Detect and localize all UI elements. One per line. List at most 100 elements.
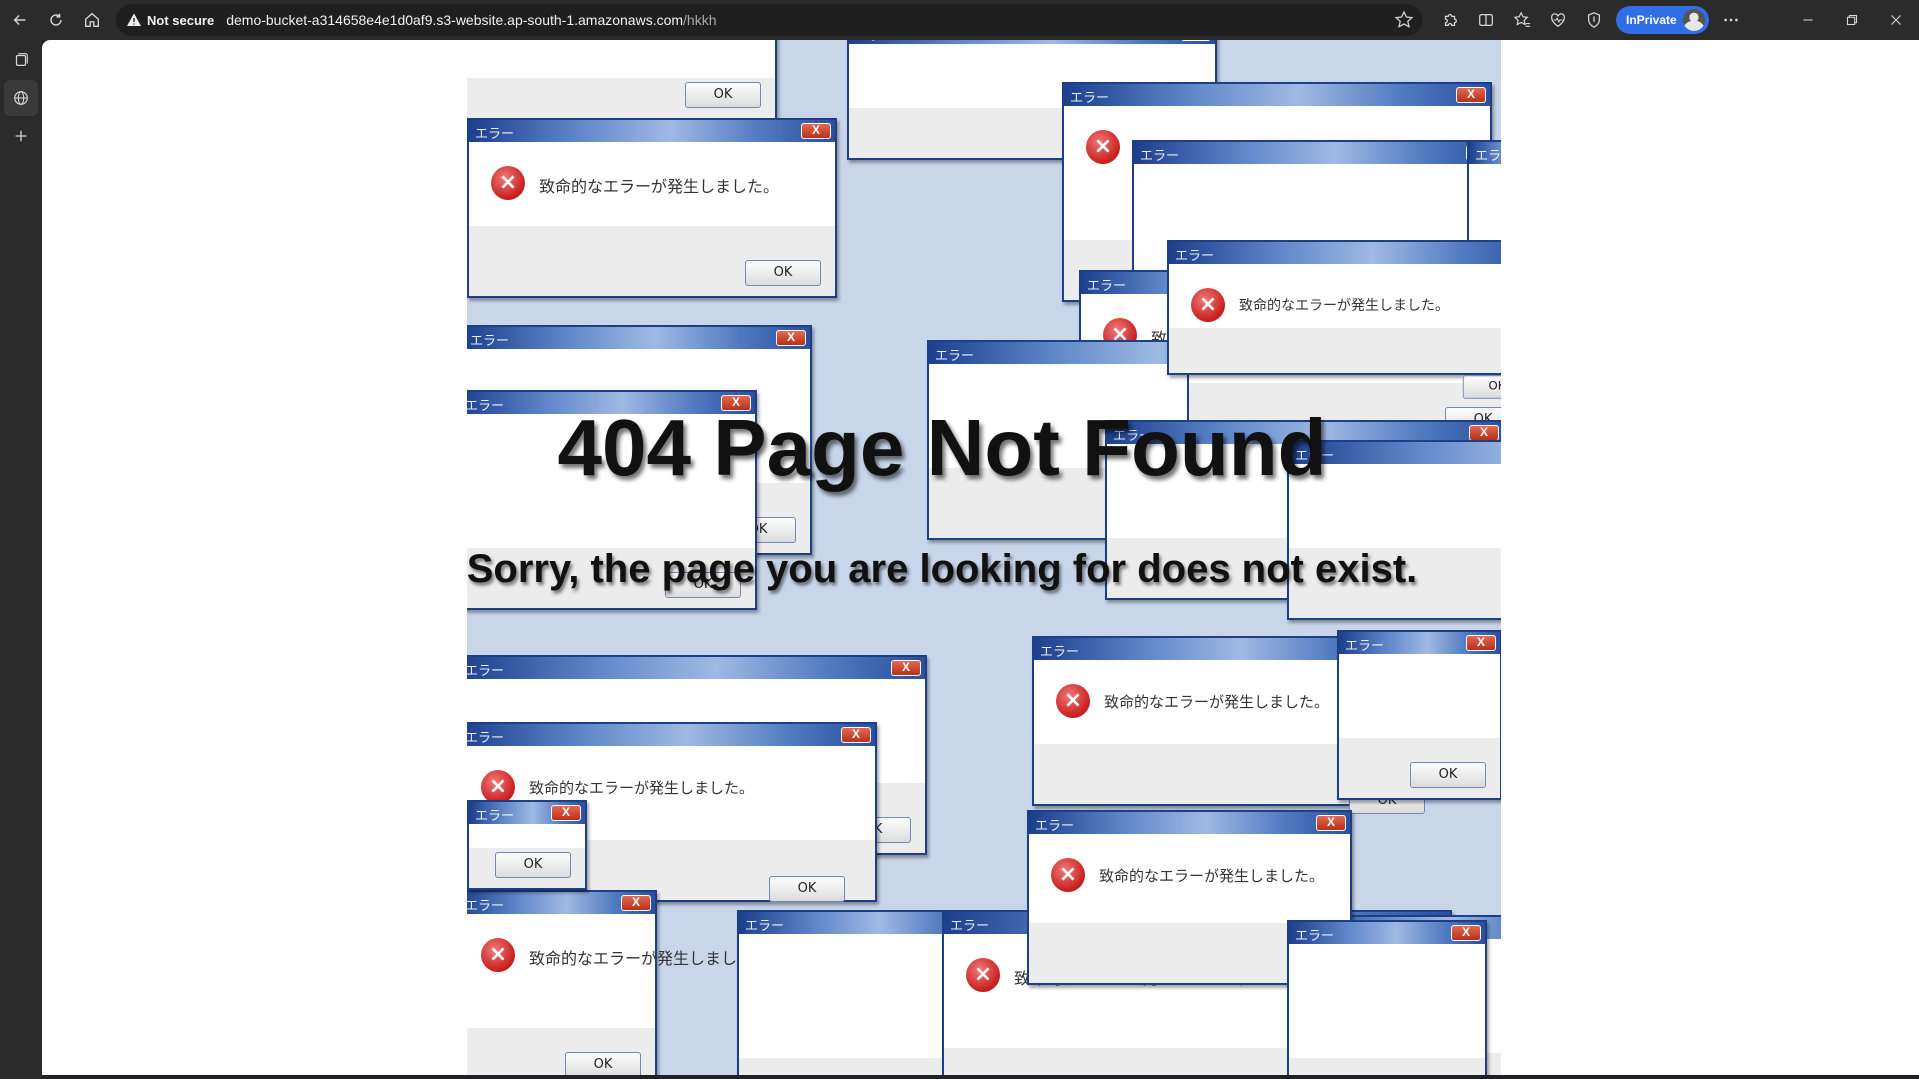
dialog-titlebar: エラーX <box>467 327 810 349</box>
site-info-button[interactable]: Not secure <box>126 12 214 28</box>
sidebar-rail <box>0 40 42 1079</box>
new-tab-button[interactable] <box>0 118 42 154</box>
error-icon: × <box>1086 130 1120 164</box>
browser-toolbar: Not secure demo-bucket-a314658e4e1d0af9.… <box>0 0 1919 40</box>
avatar <box>1682 9 1705 31</box>
page-title: 404 Page Not Found <box>557 403 1327 492</box>
dialog-message: 致命的なエラーが発生しました。 <box>1239 298 1449 314</box>
plus-icon <box>15 130 27 142</box>
dialog-titlebar: エラー X <box>467 724 875 746</box>
dialog-body: OK <box>469 824 585 888</box>
dialog-ok-button: OK <box>1462 375 1501 399</box>
refresh-button[interactable] <box>38 4 74 36</box>
refresh-icon <box>50 13 62 26</box>
dialog-close-icon: X <box>801 123 831 139</box>
dialog-close-icon: X <box>1469 425 1499 441</box>
dialog-title: エラー <box>745 919 785 934</box>
dialog-titlebar: エラーX <box>469 802 585 824</box>
dialog-close-icon: X <box>1181 40 1211 41</box>
dialog-title: エラー <box>950 919 990 934</box>
shield-button[interactable] <box>1576 4 1612 36</box>
error-icon: × <box>1051 858 1085 892</box>
more-dots-icon <box>1723 18 1738 22</box>
dialog-titlebar: エラー X <box>467 657 925 679</box>
globe-icon <box>14 91 28 105</box>
minimize-icon <box>1803 19 1813 21</box>
dialog-ok-button: OK <box>685 82 761 108</box>
dialog-body: × 致命的なエラーが発生しました。 OK <box>1169 264 1501 399</box>
dialog-title: エラー <box>1475 149 1501 164</box>
dialog-titlebar: エラーX <box>467 892 655 914</box>
url-path: /hkkh <box>683 12 717 28</box>
error-icon: × <box>491 166 525 200</box>
dialog-title: エラー <box>475 809 515 824</box>
extensions-button[interactable] <box>1432 4 1468 36</box>
dialog-title: エラー <box>470 334 510 349</box>
home-button[interactable] <box>74 4 110 36</box>
dialog-titlebar: エラーX <box>1339 632 1500 654</box>
error-icon: × <box>481 770 515 804</box>
dialog-message: 致命的なエラーが発生しました。 <box>1099 867 1325 885</box>
dialog-close-icon: X <box>891 660 921 676</box>
favorites-button[interactable] <box>1504 4 1540 36</box>
dialog-title: エラー <box>1175 249 1215 264</box>
restore-button[interactable] <box>1830 0 1874 40</box>
dialog-titlebar: エラーX <box>1029 812 1350 834</box>
dialog-close-icon: X <box>1466 635 1496 651</box>
dialog-title: エラー <box>467 664 505 679</box>
dialog-titlebar: エラーX <box>1134 142 1500 164</box>
dialog-title: エラー <box>1040 645 1080 660</box>
heart-pulse-icon <box>1551 13 1565 28</box>
address-bar[interactable]: Not secure demo-bucket-a314658e4e1d0af9.… <box>116 4 1422 36</box>
dialog-title: エラー <box>935 349 975 364</box>
more-options-button[interactable] <box>1713 4 1749 36</box>
security-label: Not secure <box>147 12 215 28</box>
puzzle-icon <box>1444 13 1457 27</box>
dialog-footer <box>1169 328 1501 373</box>
dialog-close-icon: X <box>1456 87 1486 103</box>
dialog-ok-button: OK <box>495 852 571 878</box>
bottom-edge <box>42 1075 1919 1079</box>
dialog-close-icon: X <box>841 727 871 743</box>
dialog-title: エラー <box>1140 149 1180 164</box>
inprivate-badge[interactable]: InPrivate <box>1616 6 1709 34</box>
navigation-buttons <box>2 4 110 36</box>
minimize-button[interactable] <box>1786 0 1830 40</box>
back-button[interactable] <box>2 4 38 36</box>
dialog-titlebar: エラー X <box>1064 84 1490 106</box>
background-error-dialog: エラー X × 致命的なエラーが発生しました。 OK <box>467 118 837 298</box>
dialog-close-icon: X <box>1451 925 1481 941</box>
split-screen-button[interactable] <box>1468 4 1504 36</box>
tab-actions-button[interactable] <box>0 42 42 78</box>
background-error-dialog: エラーXOK <box>467 40 777 120</box>
url-text[interactable]: demo-bucket-a314658e4e1d0af9.s3-website.… <box>226 12 716 28</box>
dialog-titlebar: エラーX <box>1289 922 1485 944</box>
current-tab-button[interactable] <box>4 80 38 116</box>
tabs-icon <box>15 53 28 67</box>
favorite-star-icon[interactable] <box>1394 10 1414 30</box>
dialog-title: エラー <box>1087 279 1127 294</box>
dialog-titlebar: エラーX <box>469 120 835 142</box>
toolbar-actions: InPrivate <box>1432 4 1749 36</box>
dialog-message: 致命的なエラーが発生しました。 <box>529 949 770 968</box>
dialog-close-icon: X <box>621 895 651 911</box>
dialog-title: エラー <box>467 731 505 746</box>
browser-essentials-button[interactable] <box>1540 4 1576 36</box>
back-arrow-icon <box>13 14 26 26</box>
inprivate-label: InPrivate <box>1626 13 1677 27</box>
window-controls <box>1786 0 1918 40</box>
dialog-message: 致命的なエラーが発生しました。 <box>529 779 755 797</box>
url-host: demo-bucket-a314658e4e1d0af9.s3-website.… <box>226 12 684 28</box>
dialog-title: エラー <box>1070 91 1110 106</box>
error-icon: × <box>966 958 1000 992</box>
background-error-dialog: エラーX OK <box>467 800 587 890</box>
dialog-body: × 致命的なエラーが発生しました。 OK <box>467 914 769 1076</box>
error-icon: × <box>1191 288 1225 322</box>
dialog-message: 致命的なエラーが発生しました。 <box>539 177 780 196</box>
restore-icon <box>1846 14 1858 26</box>
dialog-ok-button: OK <box>565 1052 641 1076</box>
dialog-footer <box>1289 1058 1485 1076</box>
dialog-titlebar: エラーX <box>1169 242 1501 264</box>
background-error-dialog: エラーXOK <box>1337 630 1501 800</box>
close-window-button[interactable] <box>1874 0 1918 40</box>
